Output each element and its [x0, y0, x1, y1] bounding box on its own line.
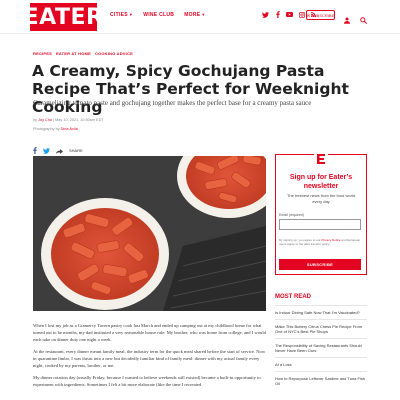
subscribe-button[interactable]: ✉ SUBSCRIBE [306, 10, 335, 20]
search-icon[interactable] [360, 11, 367, 29]
share-label: SHARE [69, 147, 83, 153]
newsletter-legal: By signing up, you agree to our Privacy … [279, 238, 361, 246]
eater-e-icon [314, 152, 328, 166]
photo-credit: Photography by Dina Ávila [33, 127, 78, 131]
most-read-list: Is Indoor Dining Safe Now That I’m Vacci… [275, 305, 367, 390]
crumb-recipes[interactable]: RECIPES [33, 51, 52, 56]
most-read-heading: MOST READ [275, 294, 311, 300]
newsletter-subscribe-button[interactable]: SUBSCRIBE [279, 259, 361, 270]
chevron-down-icon: ▼ [128, 12, 134, 17]
eater-logo[interactable]: EATER [24, 3, 103, 31]
article-dek: Caramelizing tomato paste and gochujang … [33, 99, 312, 107]
main-nav: CITIES▼ WINE CLUB MORE▼ [110, 12, 206, 18]
nav-wine-club-label: WINE CLUB [143, 12, 175, 18]
subscribe-label: SUBSCRIBE [311, 12, 335, 18]
author-link[interactable]: Joy Cho [38, 118, 52, 122]
user-icon[interactable] [344, 11, 350, 29]
most-read-item[interactable]: The Responsibility of Saving Restaurants… [275, 338, 367, 357]
twitter-icon[interactable] [262, 11, 269, 18]
nav-more-label: MORE [184, 12, 201, 18]
most-read-item[interactable]: How to Repurpose Leftover Sardine and Tu… [275, 371, 367, 390]
photo-prefix: Photography by [33, 127, 61, 131]
email-field[interactable] [279, 219, 361, 230]
chevron-down-icon: ▼ [201, 12, 206, 17]
photographer-link[interactable]: Dina Ávila [61, 127, 78, 131]
newsletter-title: Sign up for Eater’s newsletter [289, 174, 353, 190]
article-paragraph: At the restaurant, every dinner meant fa… [33, 349, 266, 368]
top-bar: EATER CITIES▼ WINE CLUB MORE▼ ✉ SUBSCRIBE [0, 0, 400, 34]
article-body: When I lost my job as a Gramercy Tavern … [33, 322, 267, 393]
page-title: A Creamy, Spicy Gochujang Pasta Recipe T… [32, 62, 349, 116]
nav-cities-label: CITIES [110, 12, 128, 18]
nav-cities[interactable]: CITIES▼ [110, 12, 133, 18]
article-paragraph: When I lost my job as a Gramercy Tavern … [33, 323, 266, 342]
youtube-icon[interactable] [286, 11, 293, 18]
byline: by Joy Cho | May 10, 2021, 10:30am EDT [33, 118, 104, 122]
instagram-icon[interactable] [298, 11, 305, 18]
article-paragraph: My dinner rotation day (usually Friday, … [33, 375, 261, 387]
most-read-item[interactable]: At a Loss [275, 357, 367, 371]
most-read-item[interactable]: Is Indoor Dining Safe Now That I’m Vacci… [275, 305, 367, 319]
nav-more[interactable]: MORE▼ [184, 12, 205, 18]
facebook-icon[interactable] [274, 11, 281, 18]
crumb-eater-at-home[interactable]: EATER AT HOME [56, 51, 91, 56]
nav-wine-club[interactable]: WINE CLUB [143, 12, 174, 18]
publish-date: | May 10, 2021, 10:30am EDT [52, 118, 104, 122]
email-label: Email (required) [279, 213, 304, 217]
crumb-cooking-advice[interactable]: COOKING ADVICE [95, 51, 133, 56]
mail-icon: ✉ [306, 12, 311, 18]
breadcrumb: RECIPES EATER AT HOME COOKING ADVICE [33, 51, 133, 56]
hero-image [33, 156, 266, 311]
newsletter-subtitle: The freshest news from the food world ev… [286, 193, 356, 204]
most-read-item[interactable]: Make This Buttery Citrus Chess Pie Recip… [275, 319, 367, 338]
